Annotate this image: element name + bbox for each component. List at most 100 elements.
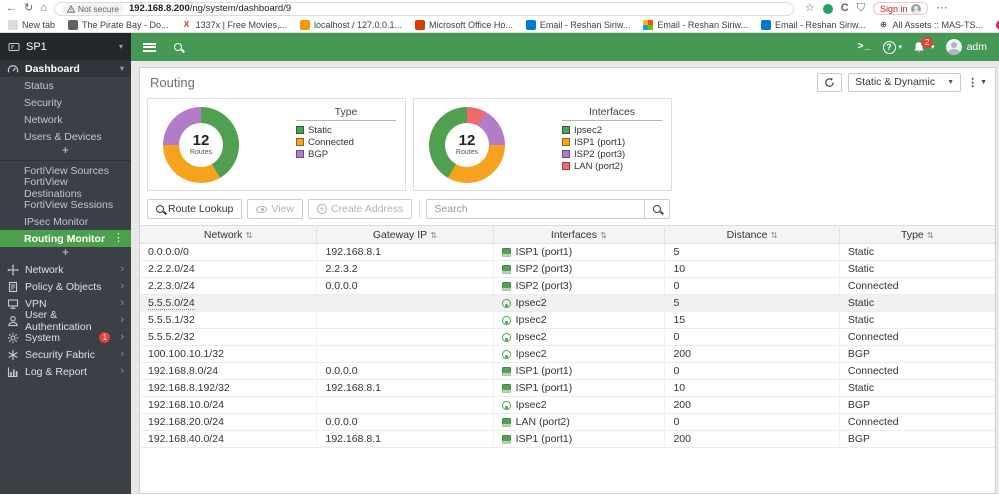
ipsec-tunnel-icon	[501, 349, 511, 359]
kebab-icon: ⋮	[967, 76, 979, 89]
view-button[interactable]: View	[247, 199, 303, 219]
table-row[interactable]: 192.168.40.0/24 192.168.8.1 ISP1 (port1)…	[140, 430, 995, 448]
sidebar-item-security-fabric[interactable]: Security Fabric ›	[0, 346, 131, 363]
extension-icon[interactable]	[822, 3, 833, 14]
widget-options-menu[interactable]: ⋮ ▼	[967, 76, 987, 89]
sidebar-item-network[interactable]: Network ›	[0, 261, 131, 278]
home-icon[interactable]: ⌂	[40, 3, 47, 14]
column-header-type[interactable]: Type ⇅	[838, 225, 995, 244]
notifications-menu[interactable]: 2 ▾	[913, 36, 935, 54]
user-menu[interactable]: adm	[945, 39, 987, 55]
sidebar-item-label: FortiView Sessions	[24, 198, 114, 211]
collections-icon[interactable]: ⛉	[857, 3, 865, 14]
sidebar-add-button[interactable]: +	[0, 145, 131, 159]
bookmark-item[interactable]: Email - Reshan Siriw...	[525, 19, 630, 30]
table-row[interactable]: 5.5.5.2/32 Ipsec2 0 Connected	[140, 328, 995, 346]
type-donut[interactable]: 12 Routes	[163, 106, 239, 183]
cli-console-icon[interactable]: >_	[858, 42, 872, 53]
legend-item[interactable]: ISP2 (port3)	[562, 148, 662, 160]
sidebar-item-routing-monitor[interactable]: Routing Monitor ⋮	[0, 230, 131, 247]
legend-item[interactable]: Ipsec2	[562, 124, 662, 136]
column-header-distance[interactable]: Distance ⇅	[664, 225, 840, 244]
type-cell: BGP	[839, 430, 995, 448]
column-header-gateway-ip[interactable]: Gateway IP ⇅	[316, 225, 494, 244]
column-label: Type	[900, 228, 924, 241]
gateway-cell	[316, 294, 494, 312]
interfaces-donut[interactable]: 12 Routes	[429, 106, 505, 183]
back-icon[interactable]: ←	[6, 3, 17, 14]
bookmark-favicon	[643, 19, 654, 30]
legend-swatch	[562, 138, 570, 146]
column-header-interfaces[interactable]: Interfaces ⇅	[492, 225, 666, 244]
sidebar-item-log-report[interactable]: Log & Report ›	[0, 363, 131, 380]
bookmark-item[interactable]: localhost / 127.0.0.1...	[299, 19, 403, 30]
extension-c-icon[interactable]: C	[841, 3, 849, 14]
view-mode-select[interactable]: Static & Dynamic ▼	[848, 72, 962, 92]
chevron-down-icon: ▾	[118, 42, 123, 51]
network-cell: 192.168.40.0/24	[148, 433, 224, 445]
search-input[interactable]	[426, 199, 645, 219]
route-lookup-button[interactable]: Route Lookup	[147, 199, 243, 219]
sidebar-menu: Dashboard ▾ Status Security Network Users & D…	[0, 60, 131, 380]
search-button[interactable]	[644, 199, 671, 219]
sidebar-item-network[interactable]: Network	[0, 111, 131, 128]
interface-cell: Ipsec2	[515, 314, 547, 326]
table-row[interactable]: 2.2.2.0/24 2.2.3.2 ISP2 (port3) 10 Stati…	[140, 260, 995, 278]
column-header-network[interactable]: Network ⇅	[140, 225, 318, 244]
sidebar-item-ipsec-monitor[interactable]: IPsec Monitor	[0, 213, 131, 230]
gateway-cell	[316, 345, 494, 363]
favorite-star-icon[interactable]: ☆	[805, 3, 815, 14]
table-row[interactable]: 192.168.10.0/24 Ipsec2 200 BGP	[140, 396, 995, 414]
table-row[interactable]: 192.168.8.0/24 0.0.0.0 ISP1 (port1) 0 Co…	[140, 362, 995, 380]
legend-item[interactable]: BGP	[296, 148, 396, 160]
sidebar-item-status[interactable]: Status	[0, 77, 131, 94]
legend-item[interactable]: LAN (port2)	[562, 160, 662, 172]
global-search-icon[interactable]	[174, 43, 182, 51]
legend-item[interactable]: Static	[296, 124, 396, 136]
table-row[interactable]: 5.5.5.0/24 Ipsec2 5 Static	[140, 294, 995, 312]
sidebar-item-users-devices[interactable]: Users & Devices	[0, 128, 131, 145]
sign-in-button[interactable]: Sign in	[872, 2, 929, 15]
not-secure-chip[interactable]: Not secure	[61, 3, 124, 14]
sidebar-item-security[interactable]: Security	[0, 94, 131, 111]
sidebar-item-fortiview-sessions[interactable]: FortiView Sessions	[0, 196, 131, 213]
sort-icon: ⇅	[245, 229, 253, 240]
bookmark-label: localhost / 127.0.0.1...	[313, 19, 403, 30]
gateway-cell	[316, 311, 494, 329]
bookmark-item[interactable]: Email - Reshan Siriw...	[760, 19, 865, 30]
bookmark-item[interactable]: Email - Reshan Siriw...	[643, 19, 748, 30]
distance-cell: 5	[664, 294, 840, 312]
vdom-selector[interactable]: SP1 ▾	[0, 33, 131, 60]
bookmark-item[interactable]: The Pirate Bay - Do...	[68, 19, 169, 30]
sidebar-add-button[interactable]: +	[0, 247, 131, 261]
distance-cell: 0	[664, 362, 840, 380]
table-row[interactable]: 5.5.5.1/32 Ipsec2 15 Static	[140, 311, 995, 329]
table-row[interactable]: 2.2.3.0/24 0.0.0.0 ISP2 (port3) 0 Connec…	[140, 277, 995, 295]
table-row[interactable]: 192.168.20.0/24 0.0.0.0 LAN (port2) 0 Co…	[140, 413, 995, 431]
table-row[interactable]: 0.0.0.0/0 192.168.8.1 ISP1 (port1) 5 Sta…	[140, 243, 995, 261]
profile-avatar-icon	[911, 3, 922, 14]
create-address-button[interactable]: + Create Address	[307, 199, 413, 219]
bookmark-item[interactable]: Microsoft Office Ho...	[415, 19, 513, 30]
help-menu[interactable]: ? ▾	[882, 40, 902, 54]
reload-icon[interactable]: ↻	[24, 3, 33, 14]
legend-item[interactable]: Connected	[296, 136, 396, 148]
interface-cell: ISP2 (port3)	[515, 280, 573, 292]
bookmark-item[interactable]: ⊕ All Assets :: MAS-TS...	[878, 20, 983, 30]
sidebar-item-dashboard[interactable]: Dashboard ▾	[0, 60, 131, 77]
ethernet-port-icon	[501, 383, 511, 393]
bookmark-item[interactable]: X 1337x | Free Movies,...	[182, 20, 287, 30]
refresh-button[interactable]	[817, 72, 843, 92]
hamburger-menu-icon[interactable]	[143, 42, 156, 52]
bookmark-item[interactable]: New tab	[8, 19, 55, 30]
legend-title: Interfaces	[562, 106, 662, 121]
address-bar[interactable]: Not secure 192.168.8.200/ng/system/dashb…	[53, 1, 794, 16]
browser-menu-icon[interactable]: ⋯	[936, 3, 947, 14]
table-row[interactable]: 192.168.8.192/32 192.168.8.1 ISP1 (port1…	[140, 379, 995, 397]
legend-item[interactable]: ISP1 (port1)	[562, 136, 662, 148]
sidebar-item-fortiview-destinations[interactable]: FortiView Destinations	[0, 176, 131, 200]
sidebar-item-policy-objects[interactable]: Policy & Objects ›	[0, 278, 131, 295]
kebab-icon: ⋮	[113, 232, 124, 244]
sidebar-item-user-authentication[interactable]: User & Authentication ›	[0, 309, 131, 333]
table-row[interactable]: 100.100.10.1/32 Ipsec2 200 BGP	[140, 345, 995, 363]
